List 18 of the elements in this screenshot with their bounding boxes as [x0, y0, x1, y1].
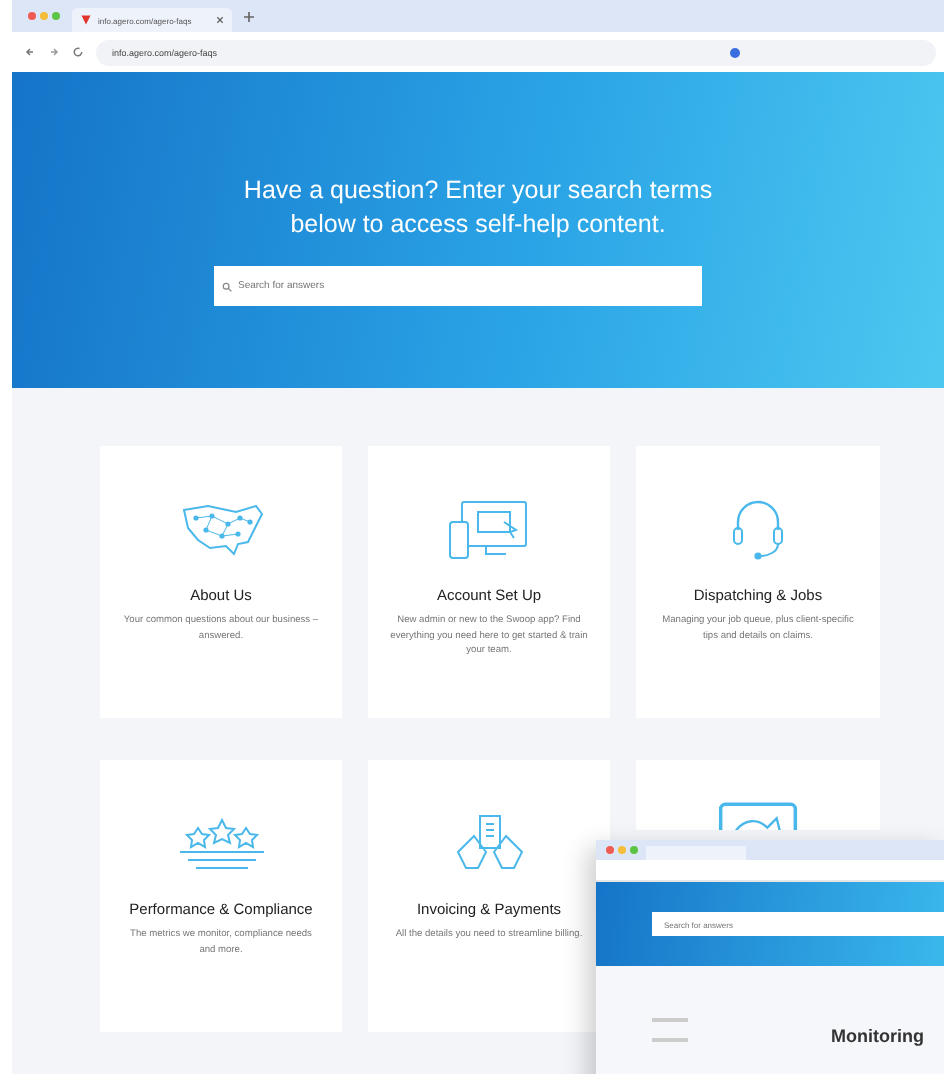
category-card[interactable]	[636, 760, 880, 830]
window-controls-icon[interactable]	[606, 846, 638, 854]
shield-icon	[80, 14, 92, 26]
article-heading: Monitoring	[831, 1026, 924, 1046]
devices-icon	[445, 498, 533, 562]
reload-icon[interactable]	[72, 46, 84, 58]
close-tab-icon[interactable]	[216, 16, 224, 24]
window-controls-icon[interactable]	[28, 12, 60, 20]
back-icon[interactable]	[24, 46, 36, 58]
hero-heading: Have a question? Enter your search terms below to access self-help content.	[241, 174, 715, 242]
profile-icon[interactable]	[730, 47, 740, 57]
forward-icon[interactable]	[48, 46, 60, 58]
text-line	[652, 1018, 688, 1022]
monitor-icon	[718, 802, 798, 830]
new-tab-icon[interactable]	[244, 11, 254, 21]
headset-icon	[728, 498, 788, 562]
text-line	[652, 1038, 688, 1042]
search-icon	[222, 282, 232, 292]
